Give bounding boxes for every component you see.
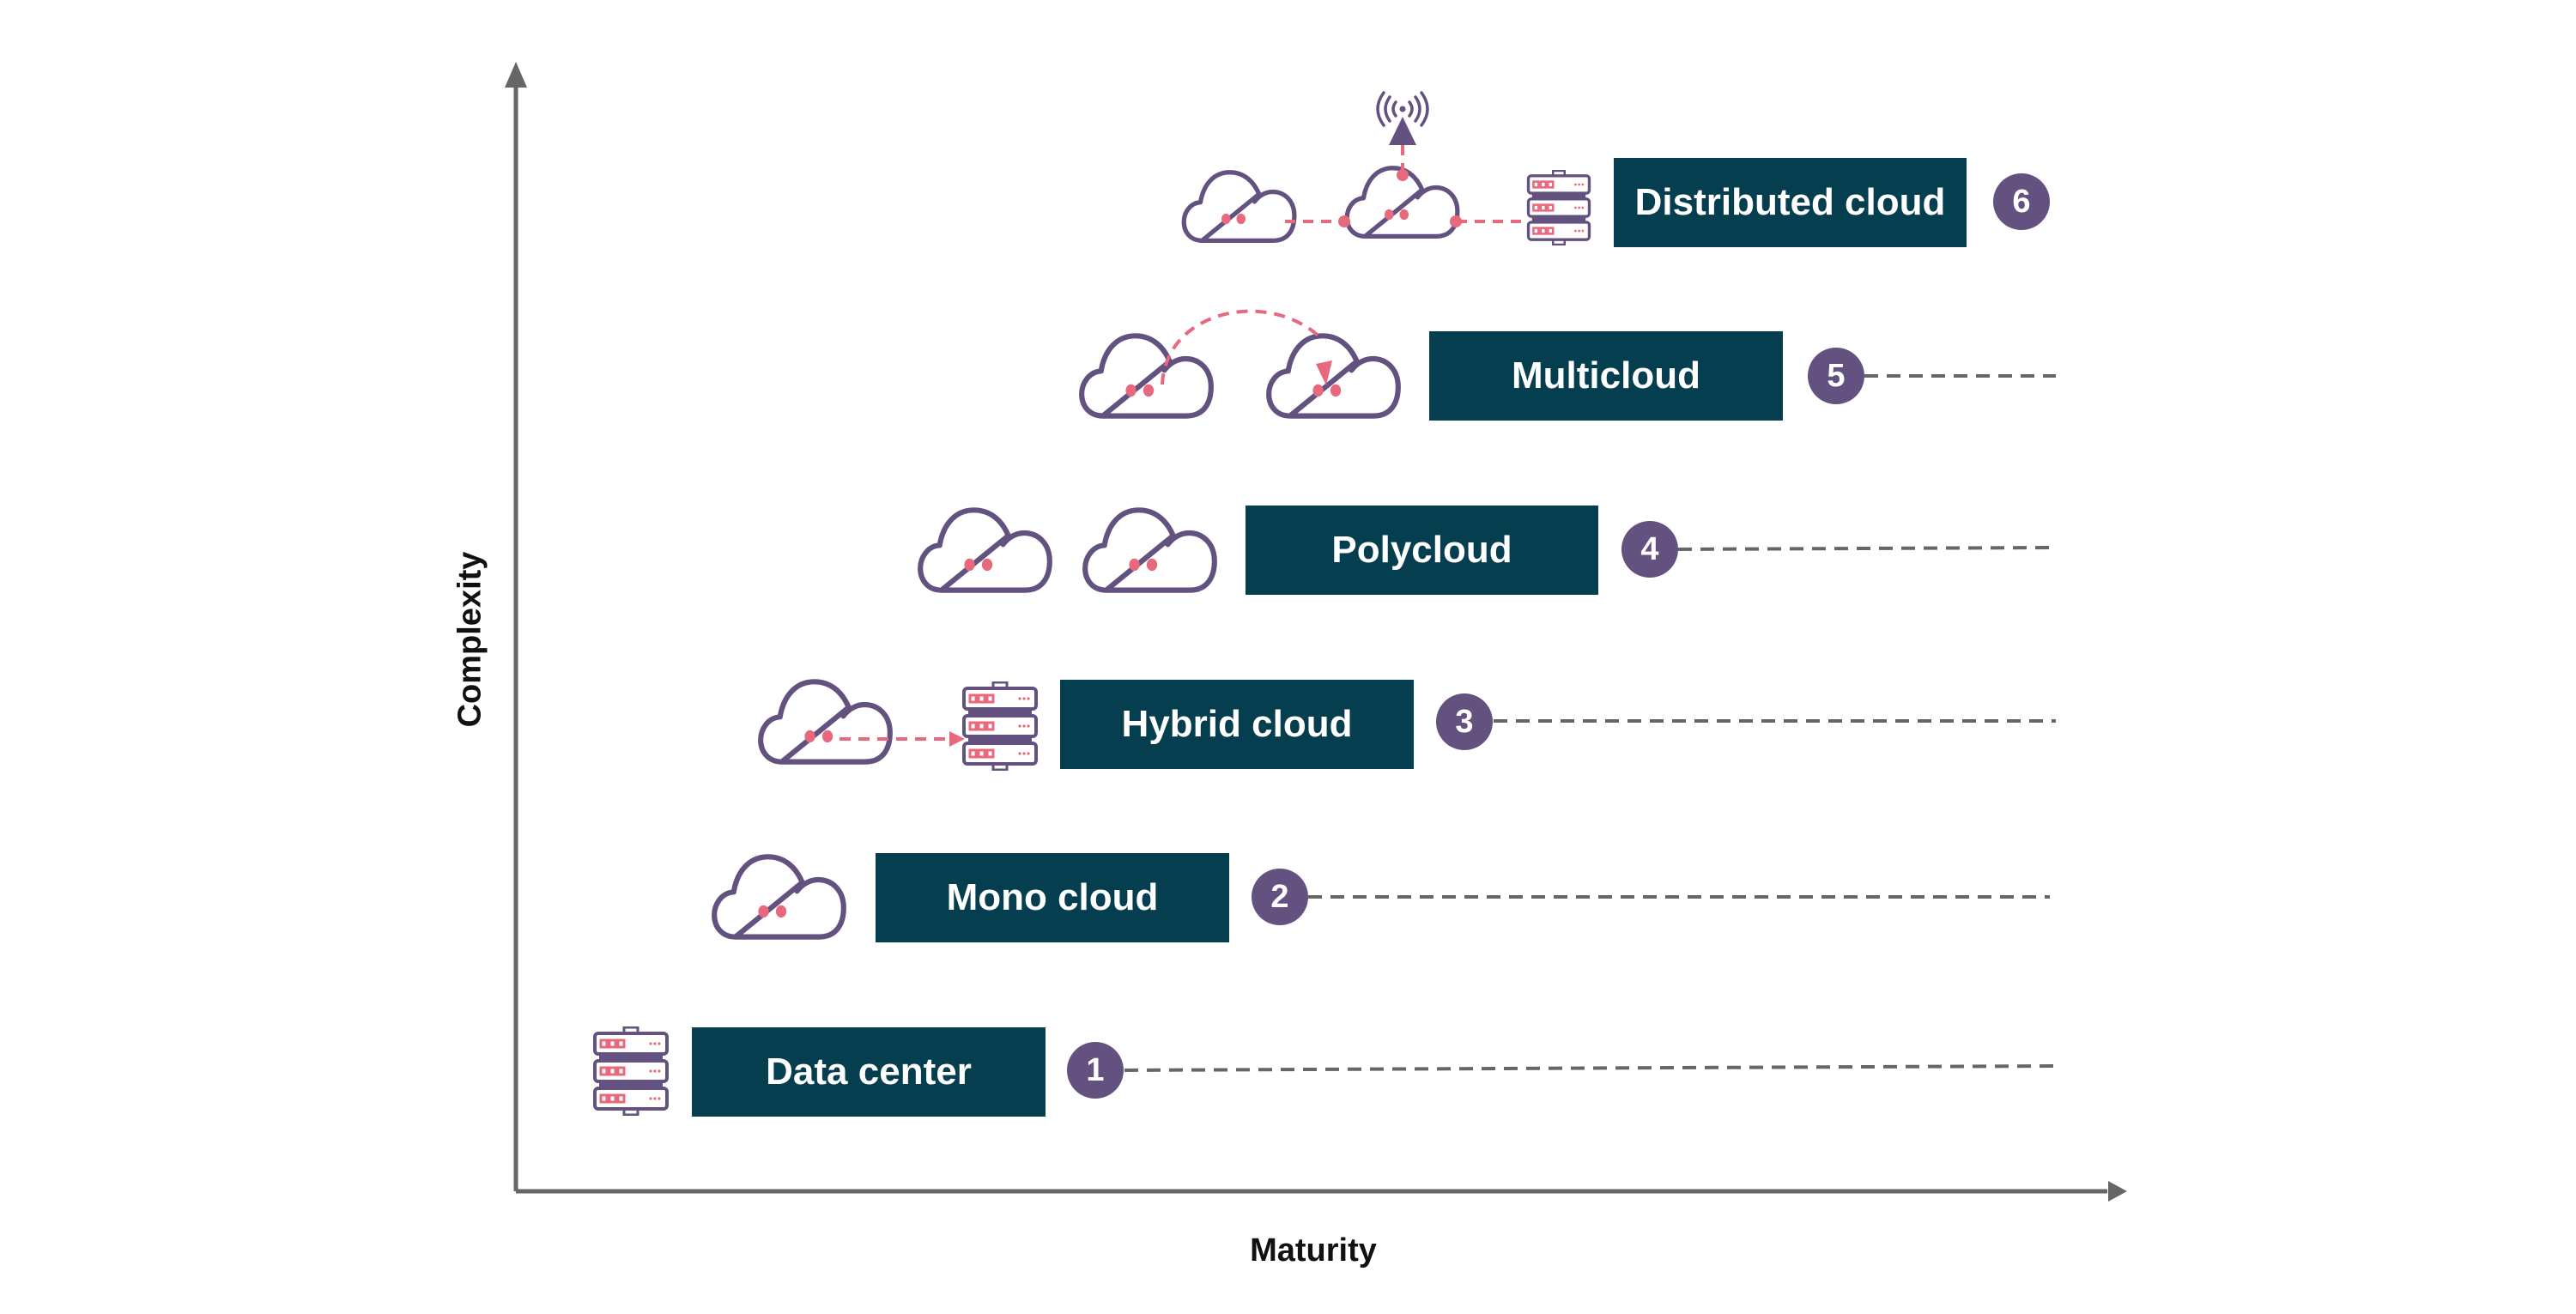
stage-number-badge-5: 5 xyxy=(1808,348,1864,404)
cloud-icon xyxy=(1269,336,1398,415)
stage-number-badge-3: 3 xyxy=(1436,693,1493,750)
cloud-icon xyxy=(761,681,890,761)
stage-box-mono-cloud: Mono cloud xyxy=(876,853,1229,942)
cloud-icon xyxy=(920,510,1050,590)
stage-number: 6 xyxy=(2012,183,2031,220)
leader-line-4 xyxy=(1677,546,2051,551)
cloud-icon xyxy=(1184,173,1294,241)
server-rack-icon xyxy=(962,681,1038,771)
stage-label: Hybrid cloud xyxy=(1121,703,1353,745)
x-axis xyxy=(516,1181,2127,1202)
stage-number: 1 xyxy=(1086,1051,1105,1088)
stage-box-multicloud: Multicloud xyxy=(1429,331,1783,421)
stage-number: 2 xyxy=(1270,878,1289,915)
stage-label: Distributed cloud xyxy=(1634,181,1946,223)
stage-label: Mono cloud xyxy=(946,876,1159,918)
cloud-icon xyxy=(1082,336,1211,415)
stage-number: 3 xyxy=(1455,703,1474,740)
stage-number-badge-4: 4 xyxy=(1621,521,1678,578)
stage-box-polycloud: Polycloud xyxy=(1246,506,1598,595)
antenna-tower-icon xyxy=(1376,91,1429,145)
stage-label: Polycloud xyxy=(1331,529,1512,571)
stage-box-hybrid-cloud: Hybrid cloud xyxy=(1060,680,1414,769)
stage-label: Multicloud xyxy=(1512,354,1700,397)
x-axis-label: Maturity xyxy=(1250,1232,1377,1269)
stage-label: Data center xyxy=(766,1051,972,1093)
cloud-icon xyxy=(1085,510,1215,590)
stage-box-distributed-cloud: Distributed cloud xyxy=(1614,158,1967,247)
x-axis-arrow-icon xyxy=(2108,1181,2127,1202)
server-rack-icon xyxy=(593,1026,669,1116)
stage-number: 5 xyxy=(1827,357,1846,394)
stage-number-badge-2: 2 xyxy=(1252,869,1308,925)
stage-number-badge-1: 1 xyxy=(1067,1042,1124,1099)
cloud-icon xyxy=(714,857,844,936)
stage-number-badge-6: 6 xyxy=(1993,173,2050,230)
y-axis-arrow-icon xyxy=(505,62,527,88)
stage-number: 4 xyxy=(1640,530,1659,567)
stage-box-data-center: Data center xyxy=(692,1027,1046,1117)
leader-line-1 xyxy=(1124,1064,2057,1072)
server-rack-icon xyxy=(1526,170,1591,245)
y-axis xyxy=(505,62,527,1191)
diagram-canvas xyxy=(505,62,2127,1202)
y-axis-label: Complexity xyxy=(452,551,488,728)
